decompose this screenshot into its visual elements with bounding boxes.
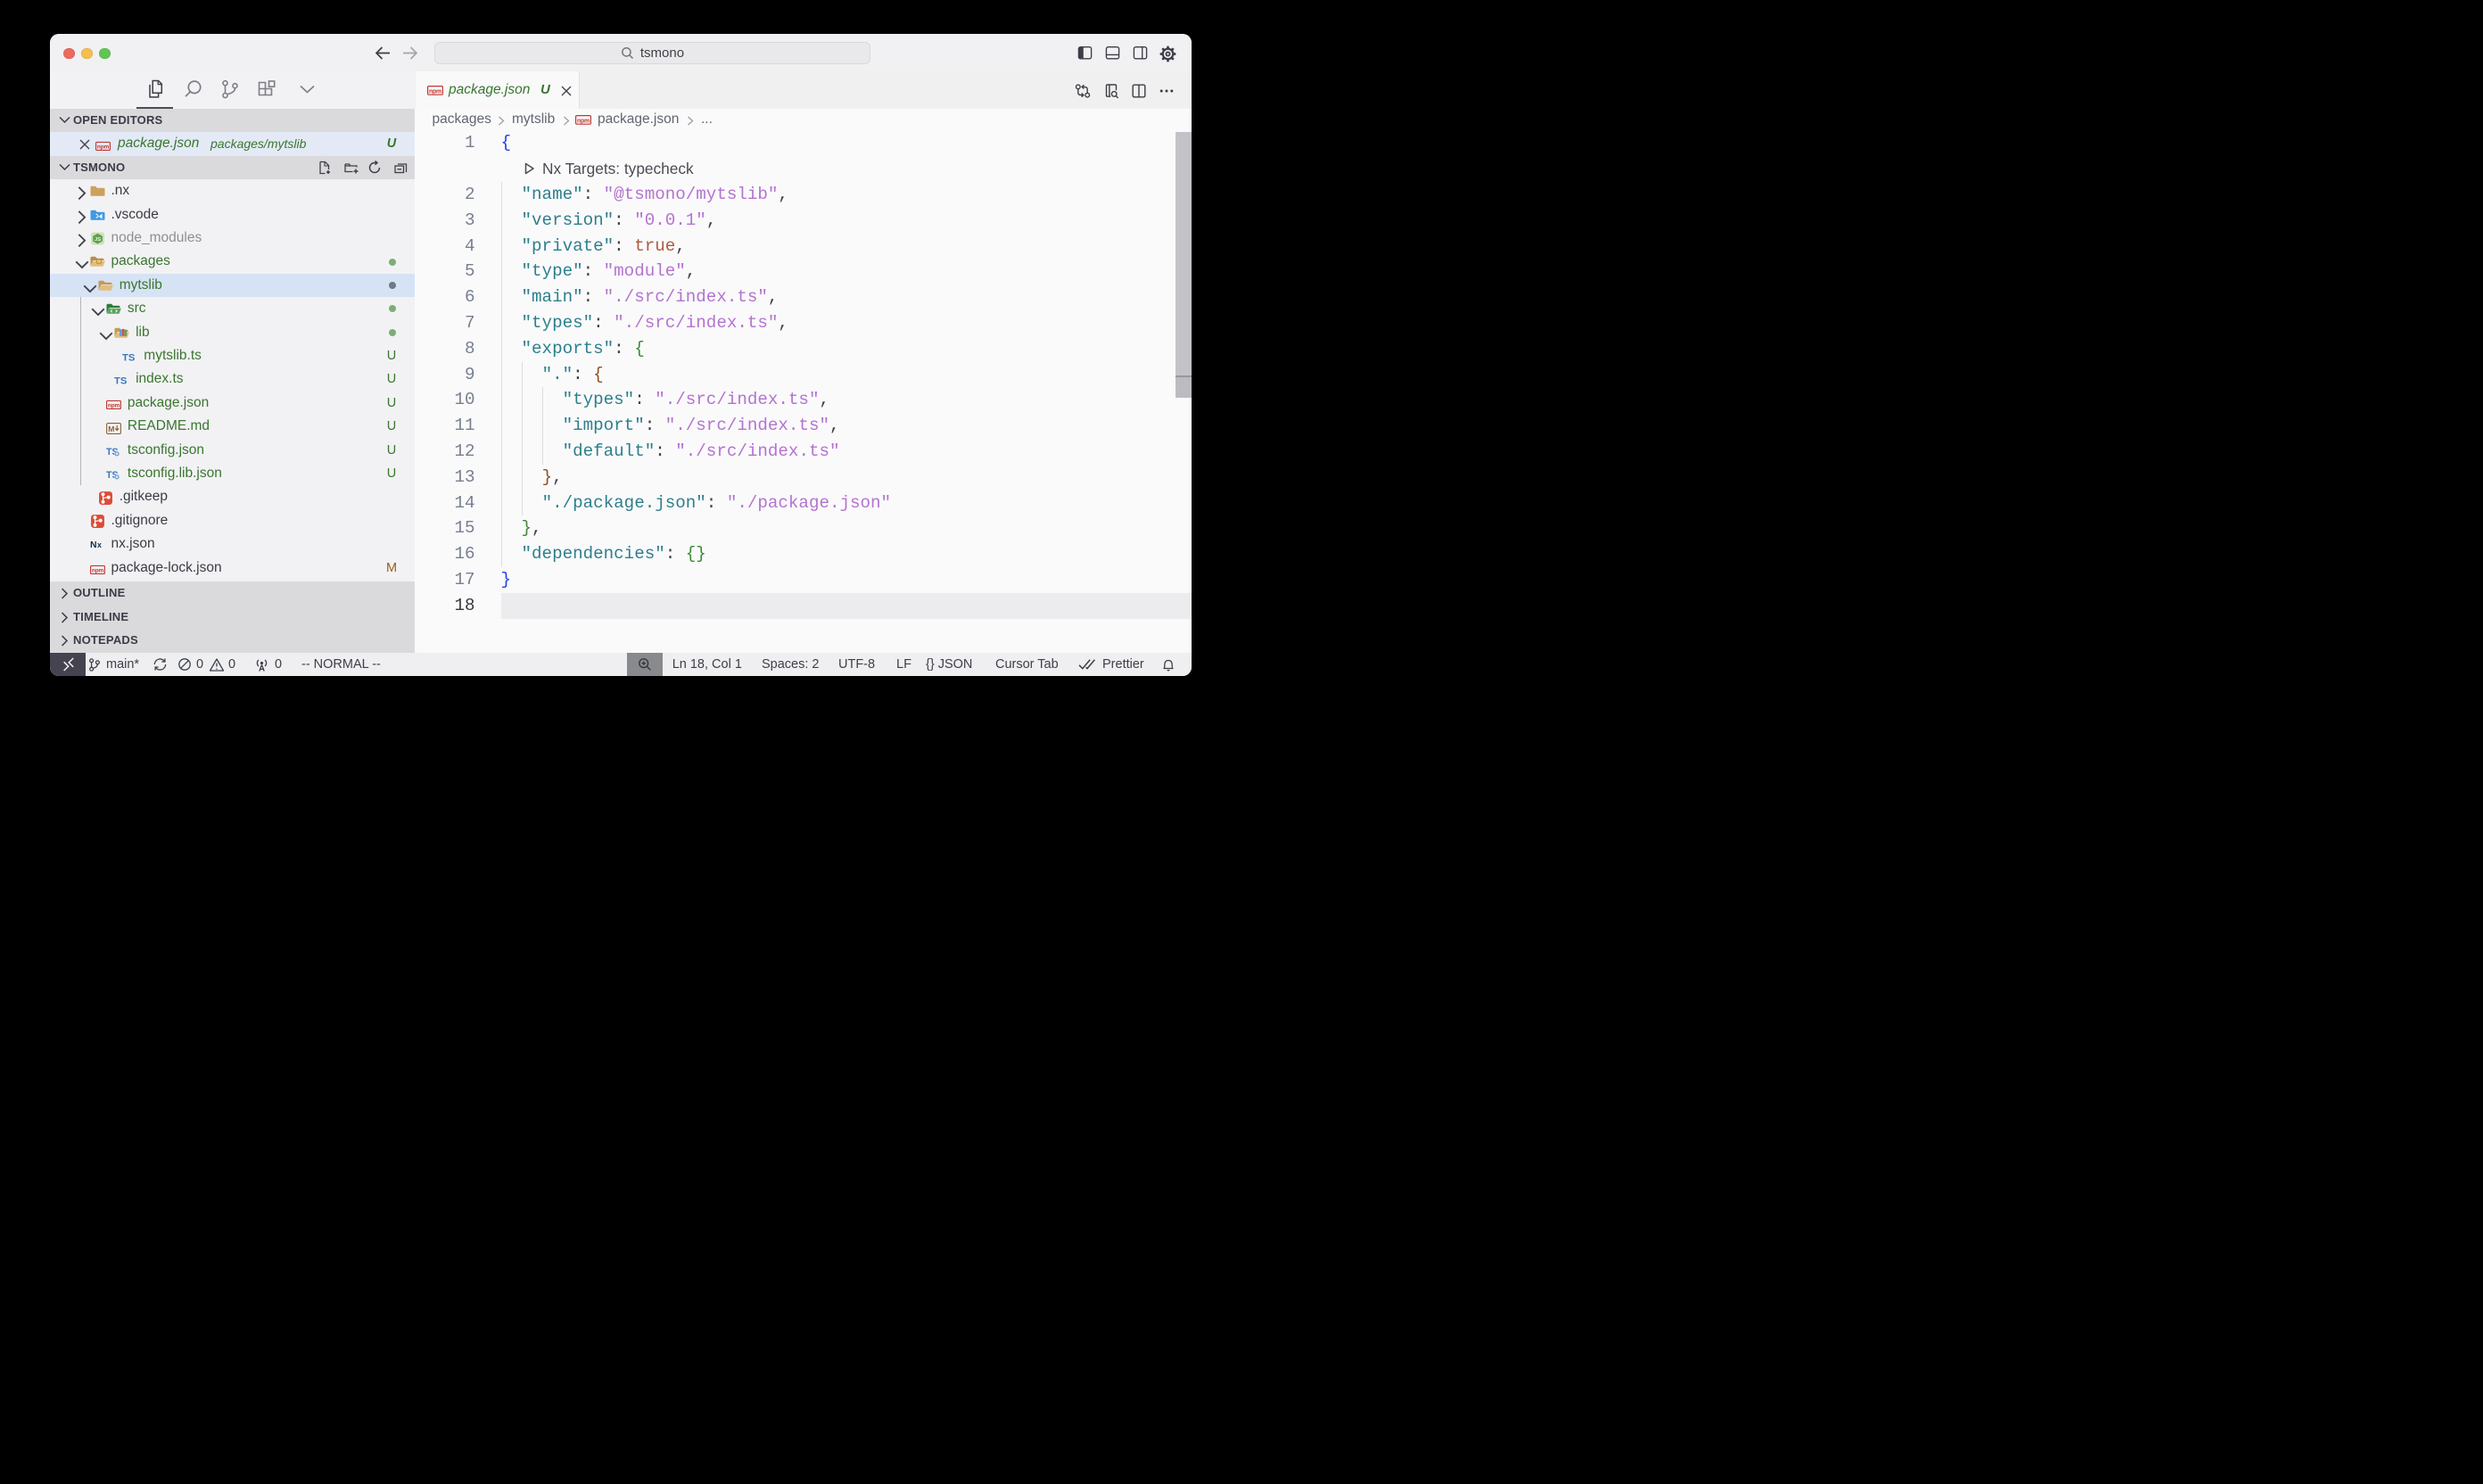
svg-text:x: x bbox=[97, 540, 102, 549]
svg-text:npm: npm bbox=[577, 118, 590, 124]
svg-text:M: M bbox=[108, 424, 114, 433]
svg-text:npm: npm bbox=[429, 88, 441, 95]
svg-text:npm: npm bbox=[97, 144, 110, 151]
svg-text:npm: npm bbox=[108, 403, 120, 409]
svg-text:N: N bbox=[90, 540, 97, 550]
svg-text:TS: TS bbox=[122, 353, 136, 364]
svg-text:npm: npm bbox=[91, 568, 103, 574]
svg-text:JS: JS bbox=[95, 237, 101, 243]
svg-text:TS: TS bbox=[114, 376, 128, 387]
